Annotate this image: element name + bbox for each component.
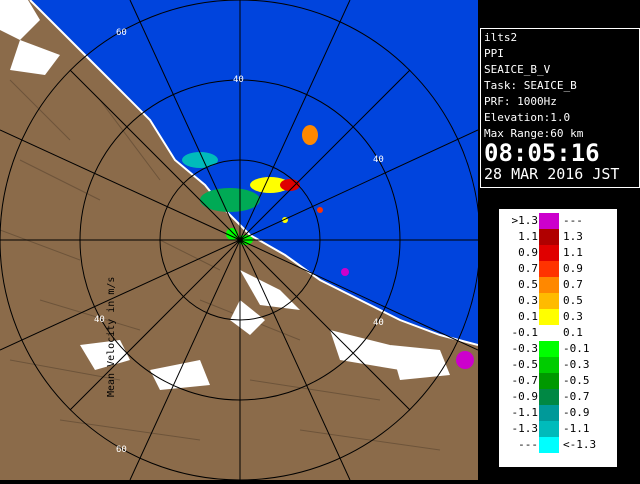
velocity-color-legend: >1.3 --- 1.1 1.3 0.9 1.1 0.7 0.9 0.5 0.7 0.3 0.5 0.1… <box>498 208 618 468</box>
legend-low-value: -0.9 <box>511 390 539 403</box>
ring-label-40-lower-right: 40 <box>373 318 384 328</box>
legend-swatch <box>539 373 559 389</box>
product-name: SEAICE_B_V <box>484 63 551 76</box>
ring-label-60-top: 60 <box>116 28 127 38</box>
legend-high-value: -0.3 <box>563 358 590 371</box>
legend-low-value: 0.9 <box>518 246 538 259</box>
legend-high-value: 0.9 <box>563 262 583 275</box>
legend-swatch <box>539 421 559 437</box>
legend-swatch <box>539 245 559 261</box>
legend-low-value: 1.1 <box>518 230 538 243</box>
legend-high-value: 0.5 <box>563 294 583 307</box>
legend-swatch <box>539 405 559 421</box>
legend-high-value: 1.1 <box>563 246 583 259</box>
legend-swatch <box>539 437 559 453</box>
legend-low-value: 0.1 <box>518 310 538 323</box>
legend-high-value: <-1.3 <box>563 438 597 451</box>
ring-label-40-top: 40 <box>233 75 244 85</box>
legend-high-value: 1.3 <box>563 230 583 243</box>
task-name: Task: SEAICE_B <box>484 79 577 92</box>
legend-swatch <box>539 229 559 245</box>
elevation-value: Elevation:1.0 <box>484 111 571 124</box>
legend-low-value: 0.3 <box>518 294 538 307</box>
legend-high-value: --- <box>563 214 583 227</box>
legend-low-value: -0.7 <box>511 374 539 387</box>
legend-swatch <box>539 293 559 309</box>
radar-map: 60 40 40 40 40 60 <box>0 0 481 481</box>
legend-low-value: -0.1 <box>511 326 539 339</box>
legend-high-value: 0.1 <box>563 326 583 339</box>
legend-swatch <box>539 389 559 405</box>
scan-mode: PPI <box>484 47 504 60</box>
legend-low-value: --- <box>518 438 538 451</box>
legend-swatch <box>539 261 559 277</box>
legend-high-value: -0.9 <box>563 406 590 419</box>
legend-swatch <box>539 277 559 293</box>
legend-low-value: 0.5 <box>518 278 538 291</box>
legend-swatch <box>539 341 559 357</box>
radar-ppi-display[interactable]: 60 40 40 40 40 60 <box>0 0 481 481</box>
legend-high-value: 0.3 <box>563 310 583 323</box>
legend-high-value: -1.1 <box>563 422 590 435</box>
scan-time: 08:05:16 <box>484 139 600 167</box>
legend-title: Mean Velocity in m/s <box>106 276 117 398</box>
legend-low-value: -1.1 <box>511 406 539 419</box>
scan-date: 28 MAR 2016 JST <box>484 165 620 183</box>
legend-swatch <box>539 213 559 229</box>
legend-high-value: -0.1 <box>563 342 590 355</box>
legend-high-value: -0.5 <box>563 374 590 387</box>
legend-high-value: -0.7 <box>563 390 590 403</box>
legend-low-value: >1.3 <box>511 214 539 227</box>
legend-low-value: -1.3 <box>511 422 539 435</box>
ring-label-40-right: 40 <box>373 155 384 165</box>
legend-swatch <box>539 309 559 325</box>
radar-info-panel: ilts2 PPI SEAICE_B_V Task: SEAICE_B PRF:… <box>480 28 640 188</box>
prf-value: PRF: 1000Hz <box>484 95 557 108</box>
legend-low-value: -0.3 <box>511 342 539 355</box>
site-name: ilts2 <box>484 31 518 44</box>
legend-low-value: -0.5 <box>511 358 539 371</box>
legend-low-value: 0.7 <box>518 262 538 275</box>
legend-swatch <box>539 357 559 373</box>
legend-high-value: 0.7 <box>563 278 583 291</box>
legend-swatch <box>539 325 559 341</box>
